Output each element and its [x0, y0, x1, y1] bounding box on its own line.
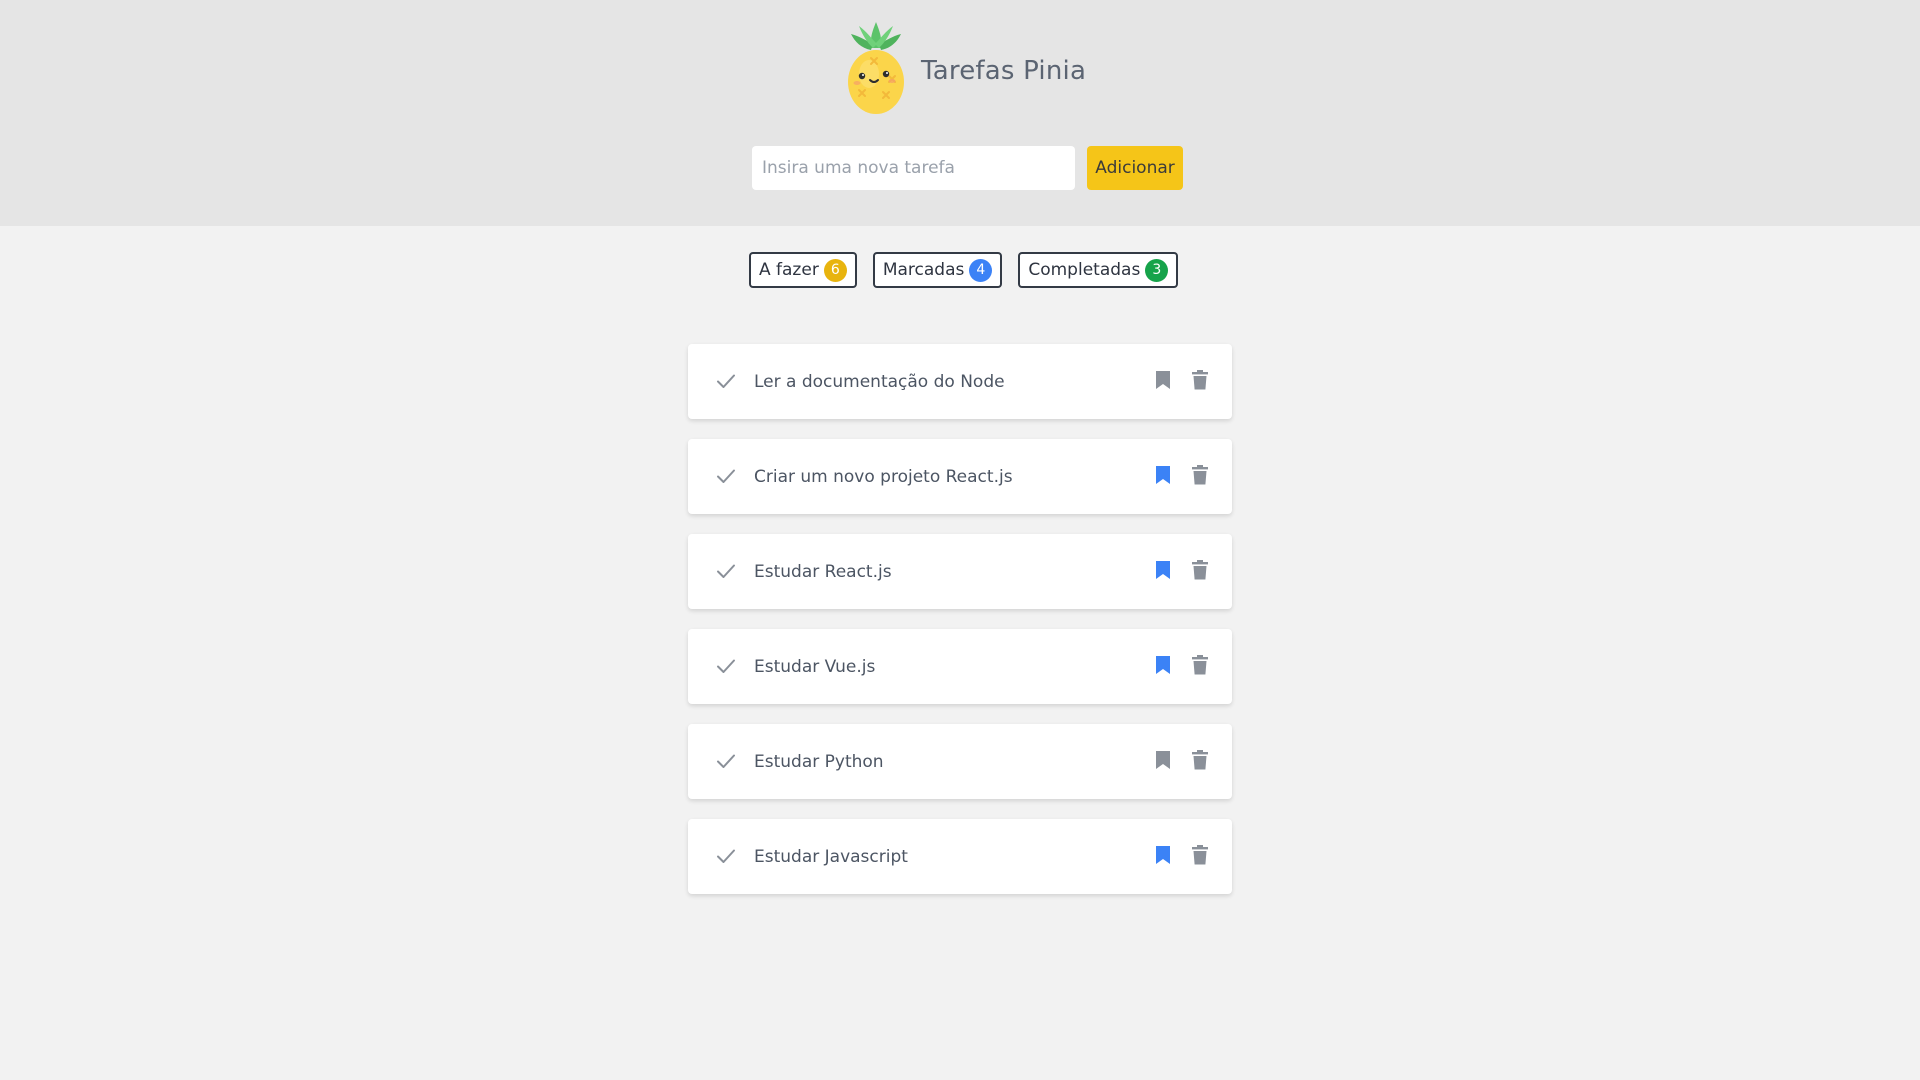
check-icon[interactable]: [716, 466, 736, 486]
bookmark-icon[interactable]: [1155, 560, 1171, 580]
trash-icon[interactable]: [1192, 845, 1208, 865]
filter-label: Marcadas: [882, 260, 965, 280]
trash-icon[interactable]: [1192, 465, 1208, 485]
bookmark-icon[interactable]: [1155, 465, 1171, 485]
task-item: Estudar Vue.js: [688, 629, 1232, 704]
trash-icon[interactable]: [1192, 560, 1208, 580]
trash-icon[interactable]: [1192, 370, 1208, 390]
count-badge: 3: [1145, 258, 1169, 282]
add-task-button[interactable]: Adicionar: [1087, 146, 1183, 190]
bookmark-icon[interactable]: [1155, 655, 1171, 675]
check-icon[interactable]: [716, 371, 736, 391]
filter-label: Completadas: [1028, 260, 1141, 280]
trash-icon[interactable]: [1192, 750, 1208, 770]
task-title: Estudar Python: [754, 751, 884, 772]
new-task-form: Adicionar: [752, 146, 1183, 190]
task-title: Estudar React.js: [754, 561, 892, 582]
task-title: Criar um novo projeto React.js: [754, 466, 1013, 487]
count-badge: 6: [823, 258, 847, 282]
task-item: Estudar React.js: [688, 534, 1232, 609]
check-icon[interactable]: [716, 561, 736, 581]
task-item: Ler a documentação do Node: [688, 344, 1232, 419]
task-item: Estudar Javascript: [688, 819, 1232, 894]
new-task-input[interactable]: [752, 146, 1075, 190]
app-header: Tarefas Pinia Adicionar: [0, 0, 1920, 226]
task-title: Ler a documentação do Node: [754, 371, 1005, 392]
check-icon[interactable]: [716, 846, 736, 866]
check-icon[interactable]: [716, 751, 736, 771]
filter-bookmarked-button[interactable]: Marcadas 4: [872, 252, 1003, 288]
check-icon[interactable]: [716, 656, 736, 676]
brand: Tarefas Pinia: [845, 18, 1086, 118]
task-item: Estudar Python: [688, 724, 1232, 799]
task-item: Criar um novo projeto React.js: [688, 439, 1232, 514]
trash-icon[interactable]: [1192, 655, 1208, 675]
count-badge: 4: [969, 258, 993, 282]
filter-bar: A fazer 6 Marcadas 4 Completadas 3: [749, 252, 1179, 288]
filter-label: A fazer: [759, 260, 819, 280]
app-title: Tarefas Pinia: [921, 56, 1087, 86]
bookmark-icon[interactable]: [1155, 845, 1171, 865]
bookmark-icon[interactable]: [1155, 750, 1171, 770]
filter-completed-button[interactable]: Completadas 3: [1018, 252, 1179, 288]
task-list: Ler a documentação do Node Criar um novo …: [688, 344, 1232, 914]
task-title: Estudar Vue.js: [754, 656, 876, 677]
pineapple-logo-icon: [848, 22, 904, 114]
task-title: Estudar Javascript: [754, 846, 908, 867]
filter-todo-button[interactable]: A fazer 6: [749, 252, 857, 288]
bookmark-icon[interactable]: [1155, 370, 1171, 390]
